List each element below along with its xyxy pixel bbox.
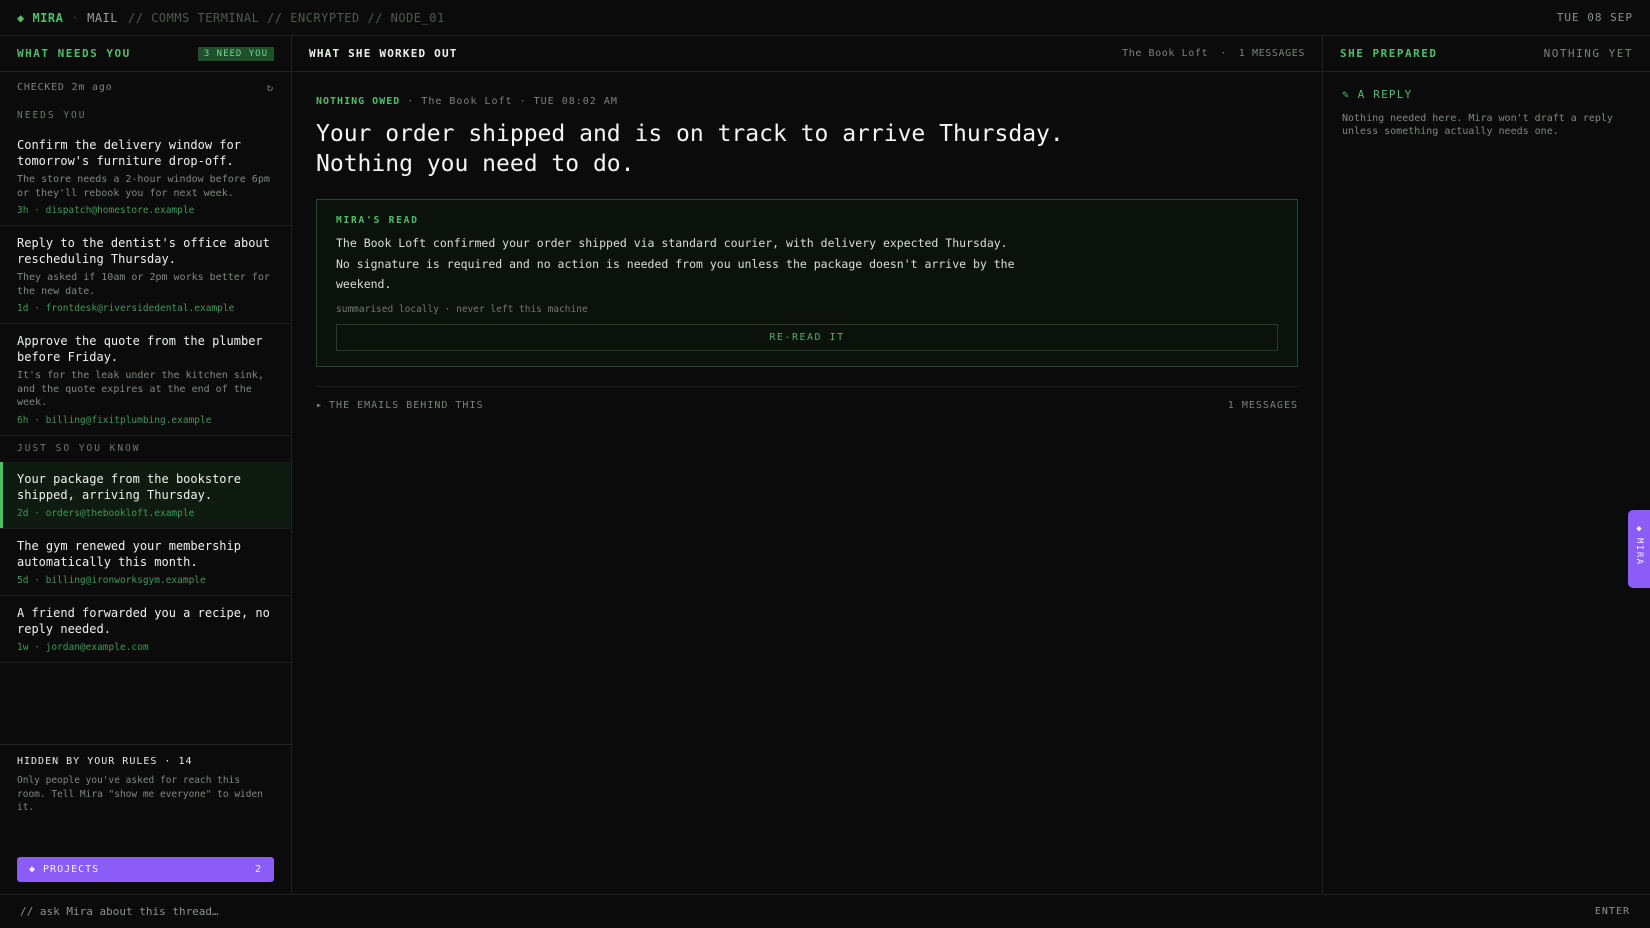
top-bar: ◆ MIRA · MAIL // COMMS TERMINAL // ENCRY…	[0, 0, 1650, 36]
item-meta: 1d · frontdesk@riversidedental.example	[17, 303, 235, 314]
list-item[interactable]: Approve the quote from the plumber befor…	[0, 324, 291, 436]
mira-tab-label: MIRA	[1634, 538, 1644, 566]
projects-label: ◆ PROJECTS	[29, 864, 100, 875]
prepared-status: NOTHING YET	[1543, 47, 1633, 60]
last-checked-text: CHECKED 2m ago	[17, 81, 113, 93]
mira-read-label: MIRA'S READ	[336, 215, 419, 226]
brand-separator: ·	[71, 10, 80, 25]
item-snippet: The store needs a 2-hour window before 6…	[17, 174, 270, 199]
breadcrumb: // COMMS TERMINAL // ENCRYPTED // NODE_0…	[128, 10, 445, 25]
item-subject: Confirm the delivery window for tomorrow…	[17, 138, 241, 168]
item-subject: The gym renewed your membership automati…	[17, 538, 241, 569]
prepared-body: ✎ A REPLY Nothing needed here. Mira won'…	[1323, 72, 1650, 154]
hidden-rules-panel: HIDDEN BY YOUR RULES · 14 Only people yo…	[0, 744, 291, 826]
diamond-icon: ◆	[1636, 524, 1642, 534]
item-snippet: They asked if 10am or 2pm works better f…	[17, 272, 270, 297]
item-meta: 3h · dispatch@homestore.example	[17, 205, 195, 216]
thread-message-count: 1 MESSAGES	[1238, 48, 1305, 59]
sidebar-header: WHAT NEEDS YOU 3 NEED YOU	[0, 36, 291, 72]
mira-assistant-tab[interactable]: ◆ MIRA	[1628, 510, 1650, 588]
hidden-rules-title: HIDDEN BY YOUR RULES · 14	[17, 756, 193, 767]
prompt-bar: ENTER	[0, 894, 1650, 928]
thread-header: WHAT SHE WORKED OUT The Book Loft · 1 MESS…	[292, 36, 1322, 72]
section-just-so-you-know: JUST SO YOU KNOW	[17, 443, 141, 454]
thread-headline: Your order shipped and is on track to ar…	[316, 121, 1064, 177]
thread-pane-title: WHAT SHE WORKED OUT	[309, 47, 458, 60]
need-you-badge: 3 NEED YOU	[197, 46, 274, 61]
thread-sender: The Book Loft	[1122, 48, 1209, 59]
projects-count: 2	[254, 864, 262, 875]
item-meta: 5d · billing@ironworksgym.example	[17, 574, 206, 586]
status-detail: · The Book Loft · TUE 08:02 AM	[400, 96, 618, 107]
list-item[interactable]: The gym renewed your membership automati…	[0, 529, 291, 596]
brand-logo[interactable]: ◆ MIRA	[17, 11, 63, 25]
hidden-rules-text: Only people you've asked for reach this …	[17, 775, 263, 813]
thread-header-dot: ·	[1220, 48, 1227, 59]
current-date: TUE 08 SEP	[1556, 11, 1633, 24]
item-meta: 6h · billing@fixitplumbing.example	[17, 414, 212, 426]
ask-mira-input[interactable]	[20, 905, 1595, 918]
mira-read-summary: The Book Loft confirmed your order shipp…	[336, 236, 1015, 291]
emails-behind-toggle[interactable]: ▸ THE EMAILS BEHIND THIS 1 MESSAGES	[316, 385, 1298, 424]
emails-behind-count: 1 MESSAGES	[1227, 399, 1298, 411]
item-meta: 2d · orders@thebookloft.example	[17, 507, 195, 519]
mira-read-note: summarised locally · never left this mac…	[336, 303, 588, 315]
reply-text: Nothing needed here. Mira won't draft a …	[1342, 113, 1613, 137]
emails-behind-label: THE EMAILS BEHIND THIS	[329, 399, 484, 411]
item-snippet: It's for the leak under the kitchen sink…	[17, 370, 264, 408]
item-subject: Approve the quote from the plumber befor…	[17, 334, 263, 364]
item-subject: Reply to the dentist's office about resc…	[17, 236, 270, 266]
list-item[interactable]: Reply to the dentist's office about resc…	[0, 226, 291, 324]
reply-label: ✎ A REPLY	[1342, 88, 1413, 101]
prepared-pane: SHE PREPARED NOTHING YET ✎ A REPLY Nothi…	[1323, 36, 1650, 894]
status-badge: NOTHING OWED	[316, 96, 401, 107]
list-item[interactable]: Confirm the delivery window for tomorrow…	[0, 128, 291, 226]
list-item-selected[interactable]: Your package from the bookstore shipped,…	[0, 461, 291, 529]
chevron-right-icon: ▸	[316, 399, 324, 411]
app-name: MAIL	[87, 10, 118, 25]
projects-button[interactable]: ◆ PROJECTS 2	[17, 857, 274, 882]
thread-pane: WHAT SHE WORKED OUT The Book Loft · 1 MESS…	[292, 36, 1323, 894]
section-needs-you: NEEDS YOU	[17, 109, 87, 121]
thread-status-line: NOTHING OWED · The Book Loft · TUE 08:02…	[316, 96, 1298, 107]
thread-header-meta: The Book Loft · 1 MESSAGES	[1122, 48, 1305, 59]
refresh-icon[interactable]: ↻	[267, 81, 274, 94]
thread-body: NOTHING OWED · The Book Loft · TUE 08:02…	[292, 72, 1322, 424]
item-subject: A friend forwarded you a recipe, no repl…	[17, 605, 270, 636]
enter-button[interactable]: ENTER	[1595, 906, 1630, 917]
prepared-title: SHE PREPARED	[1340, 47, 1438, 60]
list-item[interactable]: A friend forwarded you a recipe, no repl…	[0, 596, 291, 663]
last-checked-row: CHECKED 2m ago ↻	[0, 72, 291, 102]
item-subject: Your package from the bookstore shipped,…	[17, 471, 241, 502]
mira-read-box: MIRA'S READ The Book Loft confirmed your…	[316, 199, 1298, 367]
sidebar-title: WHAT NEEDS YOU	[17, 47, 131, 60]
reread-button[interactable]: RE-READ IT	[336, 323, 1278, 351]
prepared-header: SHE PREPARED NOTHING YET	[1323, 36, 1650, 72]
item-meta: 1w · jordan@example.com	[17, 641, 149, 653]
